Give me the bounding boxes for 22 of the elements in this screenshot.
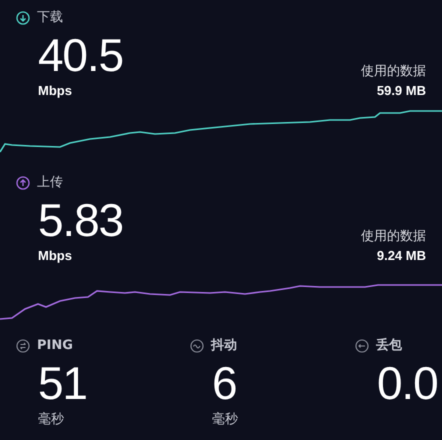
arrow-down-icon <box>16 10 30 25</box>
arrow-up-icon <box>16 176 30 190</box>
stat-label: 丢包 <box>376 336 402 355</box>
arrow-left-icon <box>355 338 369 353</box>
data-used-label: 使用的数据 <box>361 62 426 80</box>
data-used-value: 59.9 MB <box>376 82 426 100</box>
stat-value: 0.0 <box>376 356 438 410</box>
speed-value: 40.5 <box>38 28 123 82</box>
stat-unit: 毫秒 <box>37 410 65 428</box>
test-label: 上传 <box>37 174 63 192</box>
stat-unit: 毫秒 <box>211 410 239 428</box>
speed-unit: Mbps <box>38 82 73 100</box>
test-label: 下载 <box>37 9 63 27</box>
wave-icon <box>190 338 204 353</box>
stat-label: 抖动 <box>211 337 237 355</box>
stat-value: 51 <box>37 356 88 410</box>
speed-unit: Mbps <box>38 246 73 264</box>
stat-value: 6 <box>211 356 238 410</box>
data-used-value: 9.24 MB <box>376 246 426 264</box>
data-used-label: 使用的数据 <box>361 228 426 246</box>
speed-value: 5.83 <box>38 192 123 246</box>
stat-label: PING <box>37 337 73 355</box>
